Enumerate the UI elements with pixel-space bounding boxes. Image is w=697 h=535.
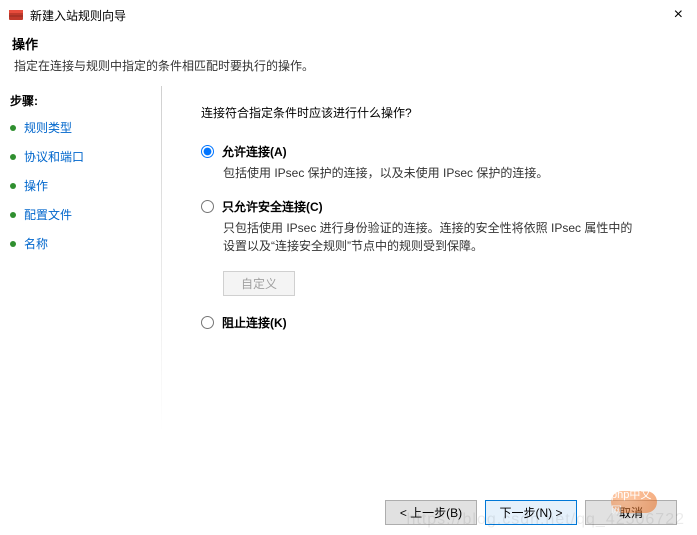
bullet-icon [10, 154, 16, 160]
step-protocol-port[interactable]: 协议和端口 [10, 148, 150, 165]
step-rule-type[interactable]: 规则类型 [10, 119, 150, 136]
option-block-label: 阻止连接(K) [222, 314, 287, 331]
cancel-button[interactable]: 取消 [585, 500, 677, 525]
sidebar-title: 步骤: [10, 92, 150, 109]
action-prompt: 连接符合指定条件时应该进行什么操作? [201, 104, 669, 121]
step-profile[interactable]: 配置文件 [10, 206, 150, 223]
option-secure-desc: 只包括使用 IPsec 进行身份验证的连接。连接的安全性将依照 IPsec 属性… [223, 219, 643, 255]
bullet-icon [10, 212, 16, 218]
sidebar: 步骤: 规则类型 协议和端口 操作 配置文件 名称 [0, 86, 160, 493]
titlebar: 新建入站规则向导 × [0, 0, 697, 28]
option-secure-label: 只允许安全连接(C) [222, 198, 323, 215]
back-button[interactable]: < 上一步(B) [385, 500, 477, 525]
window-title: 新建入站规则向导 [30, 7, 126, 24]
step-label: 名称 [24, 235, 48, 252]
option-allow-label: 允许连接(A) [222, 143, 287, 160]
wizard-footer: < 上一步(B) 下一步(N) > 取消 [0, 500, 697, 525]
content: 步骤: 规则类型 协议和端口 操作 配置文件 名称 连接符合指定条件时应该进行什… [0, 86, 697, 493]
bullet-icon [10, 125, 16, 131]
radio-allow[interactable] [201, 145, 214, 158]
firewall-icon [8, 7, 24, 23]
step-action[interactable]: 操作 [10, 177, 150, 194]
step-label: 协议和端口 [24, 148, 84, 165]
step-label: 配置文件 [24, 206, 72, 223]
page-title: 操作 [12, 34, 685, 53]
option-block[interactable]: 阻止连接(K) [201, 314, 669, 331]
radio-block[interactable] [201, 316, 214, 329]
step-label: 规则类型 [24, 119, 72, 136]
radio-secure[interactable] [201, 200, 214, 213]
main-panel: 连接符合指定条件时应该进行什么操作? 允许连接(A) 包括使用 IPsec 保护… [160, 86, 697, 493]
bullet-icon [10, 241, 16, 247]
step-name[interactable]: 名称 [10, 235, 150, 252]
option-allow[interactable]: 允许连接(A) [201, 143, 669, 160]
customize-button: 自定义 [223, 271, 295, 296]
next-button[interactable]: 下一步(N) > [485, 500, 577, 525]
option-allow-desc: 包括使用 IPsec 保护的连接，以及未使用 IPsec 保护的连接。 [223, 164, 643, 182]
step-label: 操作 [24, 177, 48, 194]
page-subtitle: 指定在连接与规则中指定的条件相匹配时要执行的操作。 [14, 57, 685, 74]
close-icon[interactable]: × [670, 6, 687, 24]
page-header: 操作 指定在连接与规则中指定的条件相匹配时要执行的操作。 [0, 28, 697, 86]
bullet-icon [10, 183, 16, 189]
option-secure[interactable]: 只允许安全连接(C) [201, 198, 669, 215]
